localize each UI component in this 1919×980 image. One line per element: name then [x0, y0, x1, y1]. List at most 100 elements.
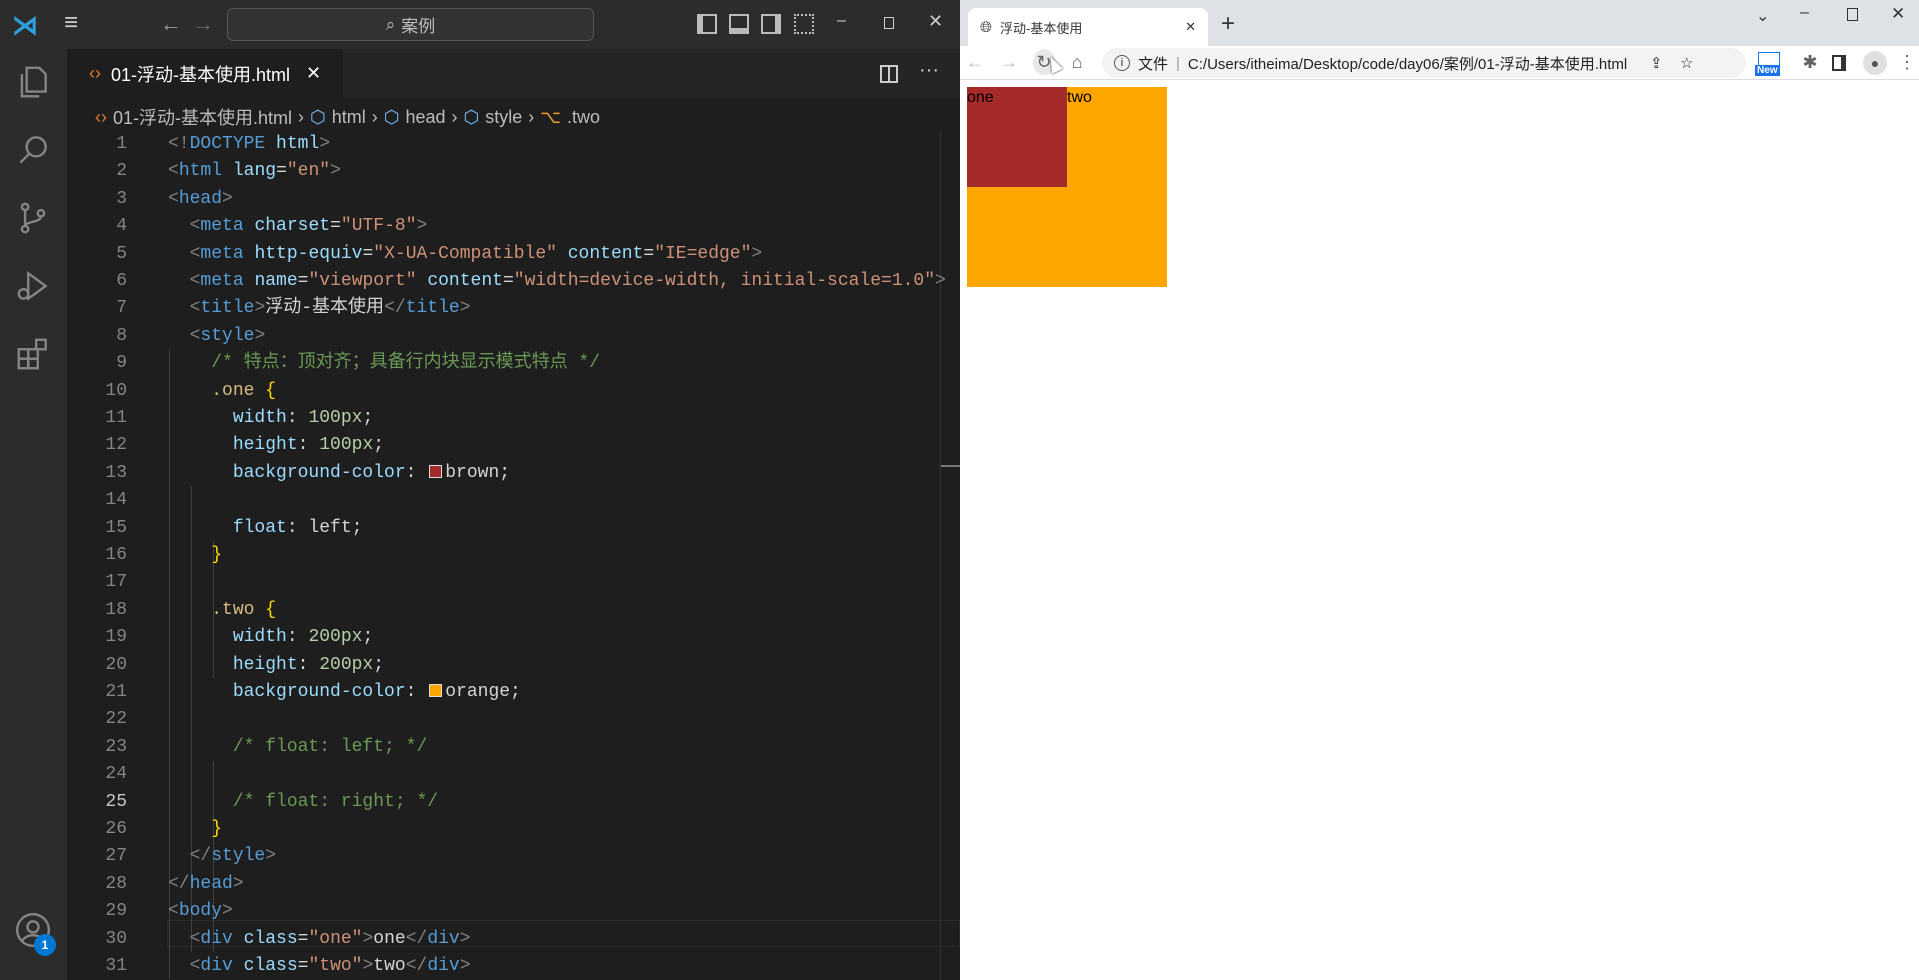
forward-icon[interactable]: →: [192, 11, 214, 37]
share-icon[interactable]: ⇪: [1650, 54, 1663, 72]
breadcrumb-item[interactable]: style: [485, 107, 522, 128]
code-token: :: [286, 408, 309, 428]
code-line[interactable]: <title>浮动-基本使用</title>: [168, 295, 471, 322]
code-line[interactable]: }: [168, 816, 222, 843]
close-tab-icon[interactable]: ✕: [306, 63, 321, 84]
code-token: html: [276, 134, 320, 154]
code-token: :: [286, 627, 309, 648]
code-line[interactable]: </style>: [168, 843, 276, 870]
vscode-window: ⋊ ≡ ← → ⌕ 案例 – ✕ 1 ‹› 01-浮动-基本使用.html ✕ ···…: [0, 0, 961, 980]
profile-icon[interactable]: ●: [1863, 51, 1887, 75]
code-token: 200px: [308, 627, 363, 648]
code-line[interactable]: height: 200px;: [168, 652, 384, 679]
bookmark-star-icon[interactable]: ☆: [1680, 54, 1693, 72]
code-token: meta: [200, 243, 244, 264]
minimize-button[interactable]: –: [1800, 4, 1809, 22]
line-number: 21: [105, 682, 127, 702]
code-token: </: [168, 873, 190, 894]
toggle-sidebar-icon[interactable]: [697, 14, 717, 34]
breadcrumb-item[interactable]: .two: [567, 107, 600, 128]
code-line[interactable]: /* float: left; */: [168, 734, 427, 761]
code-line[interactable]: /* float: right; */: [168, 789, 438, 816]
minimize-button[interactable]: –: [837, 12, 846, 30]
toggle-secondary-sidebar-icon[interactable]: [761, 14, 781, 34]
tab-search-icon[interactable]: ⌄: [1756, 6, 1769, 26]
customize-layout-icon[interactable]: [794, 14, 814, 34]
more-menu-icon[interactable]: ⋮: [1896, 52, 1918, 73]
code-line[interactable]: .one {: [168, 378, 276, 405]
new-tab-button[interactable]: +: [1221, 10, 1235, 38]
code-line[interactable]: background-color: orange;: [168, 679, 521, 706]
code-token: =: [297, 956, 309, 976]
source-control-icon[interactable]: [14, 199, 52, 237]
browser-tab[interactable]: 🌐︎ 浮动-基本使用 ✕: [968, 8, 1208, 46]
maximize-button[interactable]: [1847, 8, 1858, 21]
code-line[interactable]: }: [168, 542, 222, 569]
code-line[interactable]: <meta name="viewport" content="width=dev…: [168, 268, 946, 295]
chevron-right-icon: ›: [371, 106, 378, 127]
home-icon[interactable]: ⌂: [1066, 52, 1088, 73]
code-token: content: [427, 271, 503, 291]
code-line[interactable]: <head>: [168, 186, 233, 213]
extensions-icon[interactable]: [14, 335, 52, 373]
extensions-icon[interactable]: ✱: [1799, 52, 1821, 73]
code-line[interactable]: <html lang="en">: [168, 158, 341, 185]
more-actions-icon[interactable]: ···: [919, 59, 939, 82]
breadcrumb-item[interactable]: head: [405, 107, 445, 128]
code-line[interactable]: <meta http-equiv="X-UA-Compatible" conte…: [168, 241, 763, 268]
back-icon[interactable]: ←: [964, 52, 986, 73]
code-token: div: [427, 956, 460, 976]
line-number: 24: [105, 764, 127, 785]
code-line[interactable]: background-color: brown;: [168, 460, 510, 487]
scrollbar[interactable]: [940, 131, 961, 980]
close-button[interactable]: ✕: [1891, 4, 1905, 24]
code-line[interactable]: /* 特点：顶对齐；具备行内块显示模式特点 */: [168, 350, 600, 377]
back-icon[interactable]: ←: [160, 11, 182, 37]
code-line[interactable]: .two {: [168, 597, 276, 624]
code-token: :: [405, 682, 428, 702]
box-one: one: [967, 87, 1067, 187]
browser-window: 🌐︎ 浮动-基本使用 ✕ + ⌄ – ✕ ← → ↻ ⌂ i 文件 | C:/User…: [960, 0, 1919, 980]
explorer-icon[interactable]: [14, 63, 52, 101]
forward-icon[interactable]: →: [998, 52, 1020, 73]
code-token: >: [330, 161, 341, 182]
maximize-button[interactable]: [884, 17, 894, 29]
vscode-logo-icon: ⋊: [12, 10, 38, 40]
code-line[interactable]: <body>: [168, 898, 233, 925]
tab-title: 浮动-基本使用: [1000, 20, 1083, 36]
url-bar[interactable]: i 文件 | C:/Users/itheima/Desktop/code/day0…: [1102, 48, 1746, 78]
split-editor-icon[interactable]: [880, 65, 898, 83]
menu-icon[interactable]: ≡: [64, 9, 78, 37]
toggle-panel-icon[interactable]: [729, 14, 749, 34]
close-button[interactable]: ✕: [928, 11, 943, 32]
command-center-search[interactable]: ⌕ 案例: [227, 8, 594, 41]
code-line[interactable]: <div class="one">one</div>: [168, 926, 471, 953]
code-token: content: [567, 243, 644, 264]
run-debug-icon[interactable]: [14, 267, 52, 305]
code-token: 100px: [319, 435, 374, 456]
search-icon[interactable]: [14, 131, 52, 169]
code-line[interactable]: <style>: [168, 323, 266, 350]
code-line[interactable]: float: left;: [168, 515, 363, 542]
editor-tab[interactable]: ‹› 01-浮动-基本使用.html ✕: [67, 49, 343, 98]
code-line[interactable]: height: 100px;: [168, 432, 384, 459]
breadcrumb-item[interactable]: html: [332, 107, 366, 128]
code-token: orange;: [445, 682, 521, 702]
code-line[interactable]: width: 200px;: [168, 624, 373, 651]
side-panel-icon[interactable]: [1832, 55, 1846, 71]
code-line[interactable]: </head>: [168, 871, 244, 898]
code-line[interactable]: <div class="two">two</div>: [168, 953, 471, 980]
code-line[interactable]: <meta charset="UTF-8">: [168, 213, 428, 240]
code-line[interactable]: <!DOCTYPE html>: [168, 131, 330, 158]
close-tab-icon[interactable]: ✕: [1185, 19, 1196, 35]
code-token: "X-UA-Compatible": [373, 243, 557, 264]
line-number: 8: [116, 325, 127, 346]
code-editor[interactable]: 1 <!DOCTYPE html> 2 <html lang="en"> 3 <head>…: [67, 131, 961, 980]
line-number: 25: [105, 791, 127, 812]
code-line[interactable]: width: 100px;: [168, 405, 373, 432]
breadcrumb-item[interactable]: 01-浮动-基本使用.html: [113, 104, 292, 130]
